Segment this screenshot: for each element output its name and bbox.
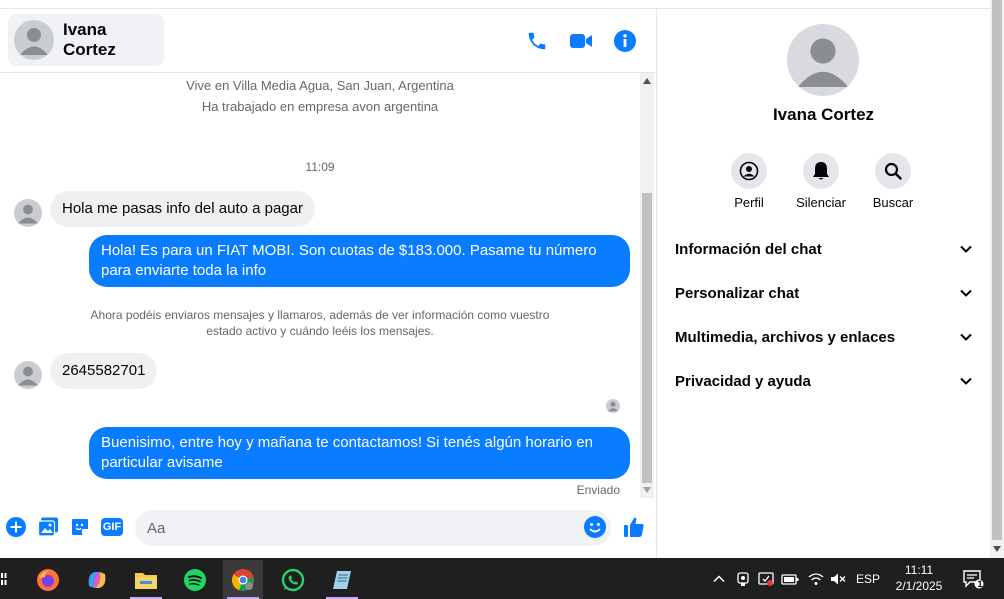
clock-time: 11:11 xyxy=(904,563,934,577)
firefox-icon[interactable] xyxy=(28,560,68,599)
section-chat-info[interactable]: Información del chat xyxy=(675,235,972,263)
page-scrollbar-thumb[interactable] xyxy=(992,0,1002,540)
profile-name: Ivana Cortez xyxy=(772,105,875,124)
search-button[interactable]: Buscar xyxy=(858,153,928,210)
security-icon[interactable] xyxy=(756,558,776,599)
file-explorer-icon[interactable] xyxy=(126,560,166,599)
message-timestamp: 11:09 xyxy=(305,160,335,174)
thumbs-up-icon[interactable] xyxy=(623,516,645,538)
outgoing-message[interactable]: Buenisimo, entre hoy y mañana te contact… xyxy=(89,427,630,479)
message-status: Enviado xyxy=(576,483,620,497)
bell-icon xyxy=(803,153,839,189)
spotify-icon[interactable] xyxy=(175,560,215,599)
camera-icon[interactable] xyxy=(734,558,752,599)
clock-date: 2/1/2025 xyxy=(895,579,943,593)
sticker-icon[interactable] xyxy=(69,516,91,538)
chat-details-panel: Ivana Cortez Perfil Silenciar Buscar Inf… xyxy=(657,9,990,558)
search-icon xyxy=(875,153,911,189)
incoming-message[interactable]: Hola me pasas info del auto a pagar xyxy=(50,191,315,227)
notepad-icon[interactable] xyxy=(322,560,362,599)
contact-location-info: Vive en Villa Media Agua, San Juan, Arge… xyxy=(186,78,454,93)
notifications-icon[interactable]: 1 xyxy=(958,558,988,599)
contact-profile-button[interactable]: Ivana Cortez xyxy=(8,14,164,66)
profile-icon xyxy=(731,153,767,189)
page-scroll-down-arrow-icon[interactable] xyxy=(993,546,1001,552)
message-scrollbar-thumb[interactable] xyxy=(642,193,652,483)
profile-button[interactable]: Perfil xyxy=(714,153,784,210)
sender-avatar xyxy=(14,199,42,227)
task-view-icon[interactable] xyxy=(0,558,8,599)
notification-count-badge: 1 xyxy=(977,579,983,589)
section-privacy-help[interactable]: Privacidad y ayuda xyxy=(675,367,972,395)
system-notice: Ahora podéis enviaros mensajes y llamaro… xyxy=(90,308,550,338)
info-icon[interactable] xyxy=(613,29,637,53)
section-media-files-label: Multimedia, archivos y enlaces xyxy=(675,328,896,346)
video-call-icon[interactable] xyxy=(569,29,593,53)
volume-muted-icon[interactable] xyxy=(828,558,848,599)
phone-call-icon[interactable] xyxy=(525,29,549,53)
system-clock[interactable]: 11:11 2/1/2025 xyxy=(888,562,950,594)
profile-avatar[interactable] xyxy=(787,24,859,96)
mute-button[interactable]: Silenciar xyxy=(786,153,856,210)
message-input[interactable] xyxy=(135,510,611,546)
photo-icon[interactable] xyxy=(37,516,59,538)
message-list[interactable]: Vive en Villa Media Agua, San Juan, Arge… xyxy=(0,73,640,498)
search-button-label: Buscar xyxy=(872,195,914,210)
chevron-down-icon xyxy=(960,333,972,341)
chevron-down-icon xyxy=(960,245,972,253)
seen-indicator-avatar xyxy=(606,399,620,413)
gif-icon[interactable]: GIF xyxy=(100,516,124,538)
copilot-icon[interactable] xyxy=(77,560,117,599)
wifi-icon[interactable] xyxy=(806,558,826,599)
mute-button-label: Silenciar xyxy=(796,195,846,210)
chevron-up-icon[interactable] xyxy=(710,558,728,599)
incoming-message[interactable]: 2645582701 xyxy=(50,353,158,389)
whatsapp-icon[interactable] xyxy=(273,560,313,599)
chevron-down-icon xyxy=(960,377,972,385)
chat-header: Ivana Cortez xyxy=(0,9,656,73)
section-customize-chat[interactable]: Personalizar chat xyxy=(675,279,972,307)
contact-avatar xyxy=(14,20,54,60)
section-chat-info-label: Información del chat xyxy=(675,240,822,258)
section-media-files[interactable]: Multimedia, archivos y enlaces xyxy=(675,323,972,351)
plus-icon[interactable] xyxy=(5,516,27,538)
profile-button-label: Perfil xyxy=(734,195,764,210)
section-privacy-help-label: Privacidad y ayuda xyxy=(675,372,811,390)
scroll-down-arrow-icon[interactable] xyxy=(643,487,651,493)
sender-avatar xyxy=(14,361,42,389)
scroll-up-arrow-icon[interactable] xyxy=(643,78,651,84)
input-language-indicator[interactable]: ESP xyxy=(853,558,883,599)
emoji-icon[interactable] xyxy=(584,516,606,538)
section-customize-chat-label: Personalizar chat xyxy=(675,284,800,302)
contact-name: Ivana Cortez xyxy=(62,20,116,59)
battery-icon[interactable] xyxy=(780,558,800,599)
page-scrollbar[interactable] xyxy=(990,0,1004,558)
windows-taskbar: ESP 11:11 2/1/2025 1 xyxy=(0,558,1004,599)
chrome-icon[interactable] xyxy=(223,560,263,599)
message-composer: GIF xyxy=(0,498,656,558)
message-scrollbar[interactable] xyxy=(640,73,654,498)
top-strip xyxy=(0,0,990,9)
outgoing-message[interactable]: Hola! Es para un FIAT MOBI. Son cuotas d… xyxy=(89,235,630,287)
chevron-down-icon xyxy=(960,289,972,297)
contact-work-info: Ha trabajado en empresa avon argentina xyxy=(201,99,439,114)
